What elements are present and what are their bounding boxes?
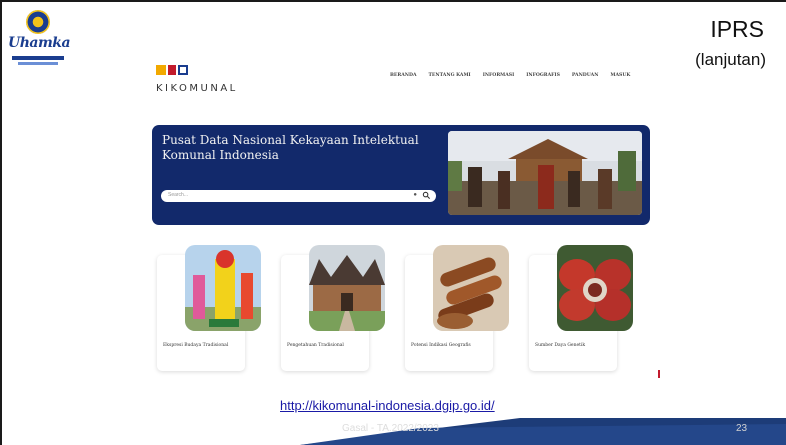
- hero-title: Pusat Data Nasional Kekayaan Intelektual…: [162, 133, 419, 162]
- site-logo-name: KIKOMUNAL: [156, 83, 238, 94]
- nav-panduan[interactable]: PANDUAN: [572, 73, 599, 78]
- card-label: Potensi Indikasi Geografis: [411, 343, 471, 348]
- slide-title: IPRS: [710, 16, 764, 42]
- nav-infografis[interactable]: INFOGRAFIS: [526, 73, 560, 78]
- logo-square-icon: [156, 65, 166, 75]
- search-icon[interactable]: [422, 191, 431, 200]
- hero-photo: [448, 131, 642, 215]
- search-placeholder: Search...: [168, 192, 189, 198]
- logo-flag-icon: [168, 65, 176, 75]
- footer-text: Gasal - TA.2022/2023: [342, 423, 439, 434]
- hero-banner: Pusat Data Nasional Kekayaan Intelektual…: [152, 125, 650, 225]
- nav-beranda[interactable]: BERANDA: [390, 73, 417, 78]
- logo-bar: [12, 56, 64, 60]
- nav-tentang-kami[interactable]: TENTANG KAMI: [429, 73, 471, 78]
- location-pin-icon[interactable]: ●: [413, 192, 417, 198]
- card-sumber-daya-genetik[interactable]: Sumber Daya Genetik: [529, 245, 633, 371]
- nav-informasi[interactable]: INFORMASI: [483, 73, 515, 78]
- red-marker: [658, 370, 660, 378]
- site-url-link[interactable]: http://kikomunal-indonesia.dgip.go.id/: [280, 398, 495, 413]
- site-logo-marks: [156, 63, 238, 77]
- card-pengetahuan-tradisional[interactable]: Pengetahuan Tradisional: [281, 245, 385, 371]
- card-photo-potensi: [433, 245, 509, 331]
- card-photo-sumber: [557, 245, 633, 331]
- hero-search-input[interactable]: Search... ●: [161, 190, 436, 202]
- card-photo-ekspresi: [185, 245, 261, 331]
- logo-k-icon: [178, 65, 188, 75]
- site-logo[interactable]: KIKOMUNAL: [156, 63, 238, 94]
- site-nav: BERANDA TENTANG KAMI INFORMASI INFOGRAFI…: [390, 73, 630, 78]
- nav-masuk[interactable]: MASUK: [610, 73, 630, 78]
- page-number: 23: [736, 423, 748, 434]
- slide-subtitle: (lanjutan): [695, 50, 766, 69]
- university-emblem-icon: [26, 10, 50, 34]
- card-label: Ekspresi Budaya Tradisional: [163, 343, 229, 348]
- card-label: Sumber Daya Genetik: [535, 343, 586, 348]
- logo-bar-secondary: [18, 62, 58, 65]
- card-potensi-indikasi-geografis[interactable]: Potensi Indikasi Geografis: [405, 245, 509, 371]
- university-logo: Uhamka: [8, 10, 71, 72]
- university-wordmark: Uhamka: [8, 35, 71, 51]
- card-photo-pengetahuan: [309, 245, 385, 331]
- card-label: Pengetahuan Tradisional: [287, 343, 344, 348]
- website-screenshot: KIKOMUNAL BERANDA TENTANG KAMI INFORMASI…: [140, 55, 660, 385]
- card-ekspresi-budaya[interactable]: Ekspresi Budaya Tradisional: [157, 245, 261, 371]
